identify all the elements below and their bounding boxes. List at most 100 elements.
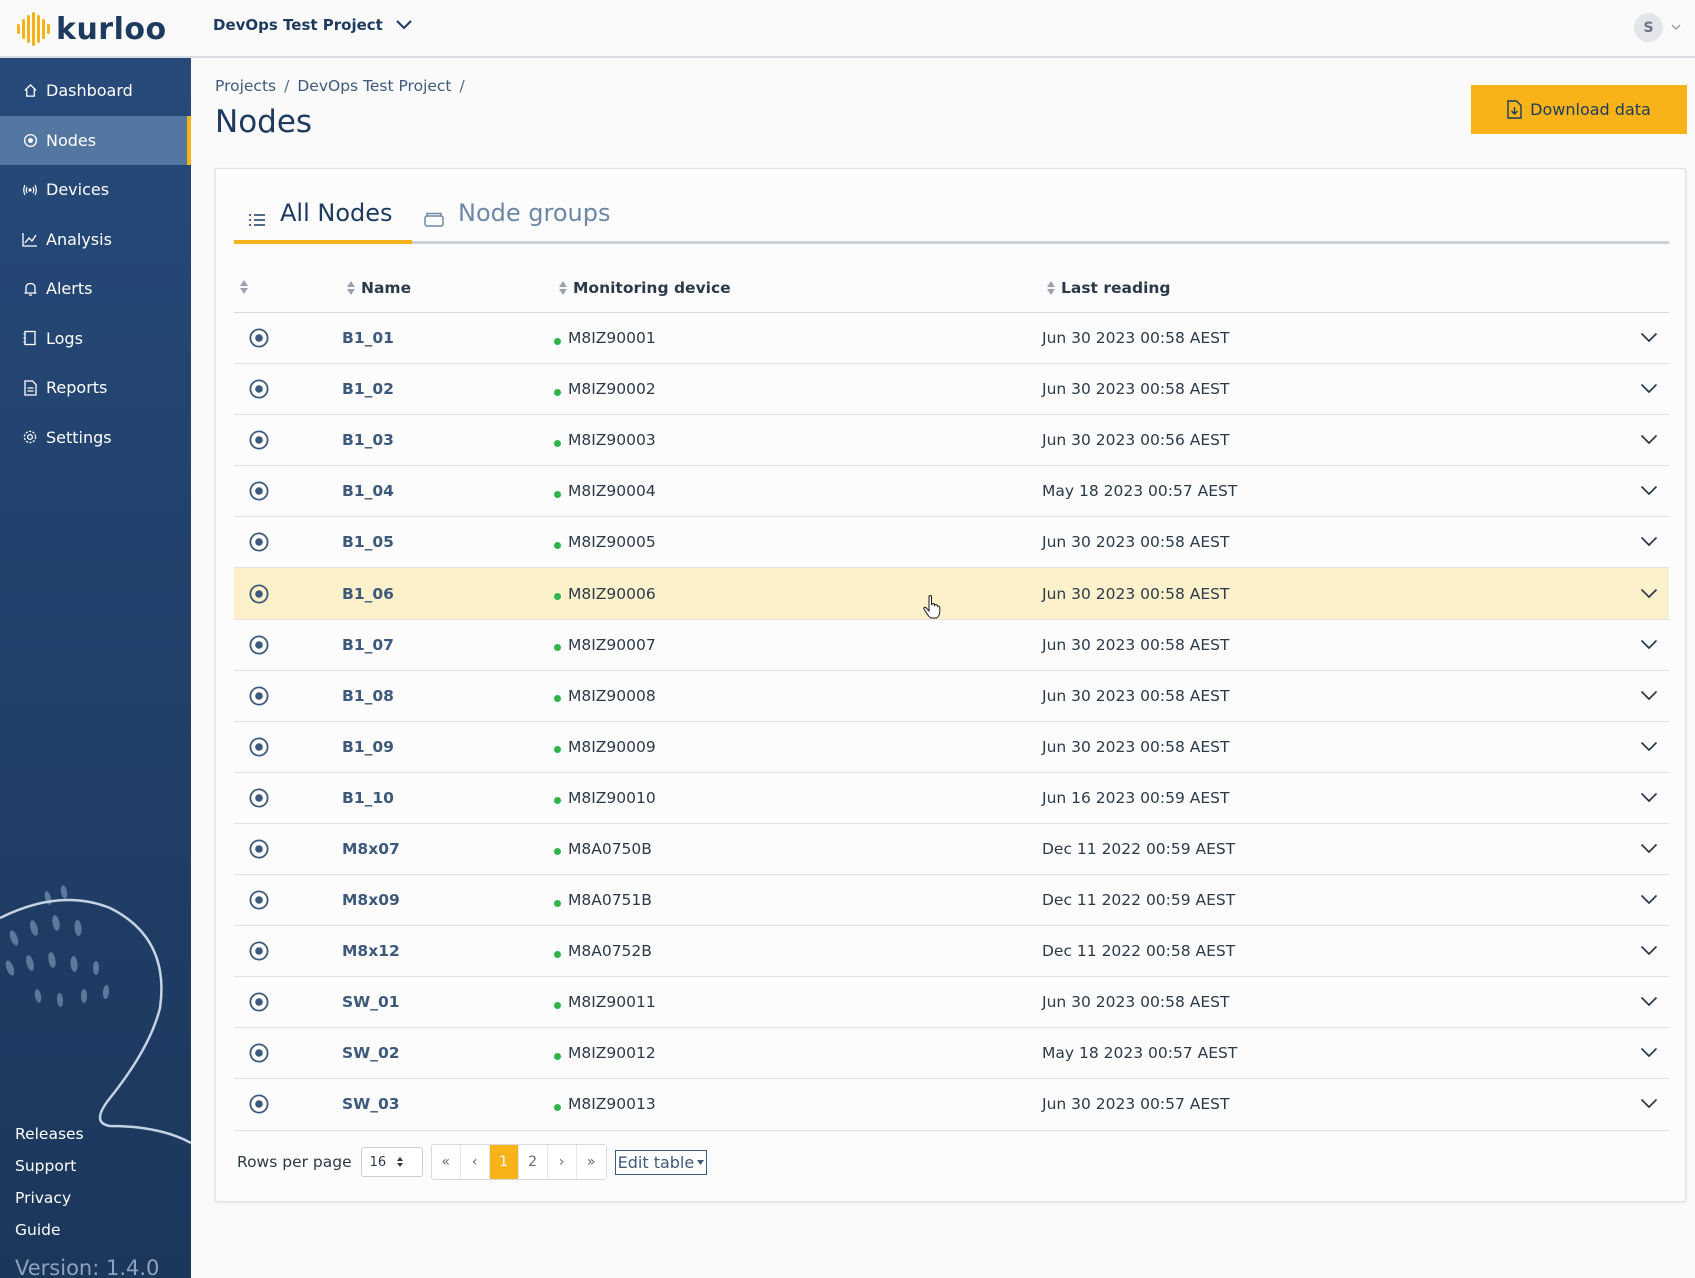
last-page-button[interactable]: » bbox=[576, 1145, 606, 1179]
prev-page-button[interactable]: ‹ bbox=[460, 1145, 490, 1179]
node-select-radio[interactable] bbox=[248, 787, 270, 809]
node-select-radio[interactable] bbox=[248, 991, 270, 1013]
node-select-radio[interactable] bbox=[248, 838, 270, 860]
expand-row-button[interactable] bbox=[1640, 636, 1658, 654]
expand-row-button[interactable] bbox=[1640, 942, 1658, 960]
node-name-link[interactable]: B1_07 bbox=[342, 636, 394, 654]
monitoring-device: M8IZ90010 bbox=[554, 789, 656, 807]
expand-row-button[interactable] bbox=[1640, 993, 1658, 1011]
node-select-radio[interactable] bbox=[248, 889, 270, 911]
support-link[interactable]: Support bbox=[15, 1150, 84, 1182]
node-name-link[interactable]: B1_10 bbox=[342, 789, 394, 807]
avatar[interactable]: S bbox=[1634, 13, 1663, 42]
table-row[interactable]: B1_04 M8IZ90004 May 18 2023 00:57 AEST bbox=[234, 466, 1669, 518]
expand-row-button[interactable] bbox=[1640, 687, 1658, 705]
node-select-radio[interactable] bbox=[248, 685, 270, 707]
expand-row-button[interactable] bbox=[1640, 738, 1658, 756]
expand-row-button[interactable] bbox=[1640, 329, 1658, 347]
user-menu[interactable]: S bbox=[1634, 13, 1681, 42]
first-page-button[interactable]: « bbox=[431, 1145, 461, 1179]
node-select-radio[interactable] bbox=[248, 531, 270, 553]
node-name-link[interactable]: B1_02 bbox=[342, 380, 394, 398]
guide-link[interactable]: Guide bbox=[15, 1214, 84, 1246]
table-row[interactable]: B1_02 M8IZ90002 Jun 30 2023 00:58 AEST bbox=[234, 364, 1669, 416]
sidebar-item-analysis[interactable]: Analysis bbox=[0, 215, 191, 265]
node-name-link[interactable]: B1_09 bbox=[342, 738, 394, 756]
status-dot-icon bbox=[554, 1052, 561, 1060]
sidebar-item-alerts[interactable]: Alerts bbox=[0, 264, 191, 314]
kurloo-logo[interactable]: kurloo bbox=[16, 10, 167, 48]
column-header-monitoring-device[interactable]: Monitoring device bbox=[558, 279, 731, 297]
node-select-radio[interactable] bbox=[248, 583, 270, 605]
sidebar-item-devices[interactable]: Devices bbox=[0, 165, 191, 215]
table-row[interactable]: SW_03 M8IZ90013 Jun 30 2023 00:57 AEST bbox=[234, 1079, 1669, 1131]
next-page-button[interactable]: › bbox=[547, 1145, 577, 1179]
column-header-last-reading[interactable]: Last reading bbox=[1046, 279, 1171, 297]
node-name-link[interactable]: B1_08 bbox=[342, 687, 394, 705]
table-row[interactable]: SW_02 M8IZ90012 May 18 2023 00:57 AEST bbox=[234, 1028, 1669, 1080]
tab-node-groups[interactable]: Node groups bbox=[424, 199, 610, 244]
node-name-link[interactable]: B1_06 bbox=[342, 585, 394, 603]
table-row[interactable]: B1_03 M8IZ90003 Jun 30 2023 00:56 AEST bbox=[234, 415, 1669, 467]
project-switcher[interactable]: DevOps Test Project bbox=[213, 16, 413, 34]
expand-row-button[interactable] bbox=[1640, 891, 1658, 909]
node-name-link[interactable]: M8x12 bbox=[342, 942, 400, 960]
breadcrumb-project[interactable]: DevOps Test Project bbox=[297, 77, 451, 95]
table-row[interactable]: B1_10 M8IZ90010 Jun 16 2023 00:59 AEST bbox=[234, 773, 1669, 824]
table-row[interactable]: B1_07 M8IZ90007 Jun 30 2023 00:58 AEST bbox=[234, 620, 1669, 671]
expand-row-button[interactable] bbox=[1640, 1044, 1658, 1062]
node-name-link[interactable]: B1_03 bbox=[342, 431, 394, 449]
node-name-link[interactable]: SW_02 bbox=[342, 1044, 400, 1062]
page-1-button[interactable]: 1 bbox=[489, 1145, 519, 1179]
table-row[interactable]: B1_08 M8IZ90008 Jun 30 2023 00:58 AEST bbox=[234, 671, 1669, 722]
table-row[interactable]: M8x12 M8A0752B Dec 11 2022 00:58 AEST bbox=[234, 926, 1669, 978]
select-column-sort[interactable] bbox=[239, 279, 254, 295]
node-select-radio[interactable] bbox=[248, 1042, 270, 1064]
rows-per-page-select[interactable]: 16 bbox=[360, 1147, 423, 1177]
edit-table-button[interactable]: Edit table bbox=[614, 1149, 708, 1175]
expand-row-button[interactable] bbox=[1640, 585, 1658, 603]
node-select-radio[interactable] bbox=[248, 378, 270, 400]
node-name-link[interactable]: SW_01 bbox=[342, 993, 400, 1011]
tab-all-nodes[interactable]: All Nodes bbox=[248, 199, 393, 244]
privacy-link[interactable]: Privacy bbox=[15, 1182, 84, 1214]
node-name-link[interactable]: B1_01 bbox=[342, 329, 394, 347]
node-name-link[interactable]: M8x09 bbox=[342, 891, 400, 909]
node-name-link[interactable]: M8x07 bbox=[342, 840, 400, 858]
sidebar-item-reports[interactable]: Reports bbox=[0, 363, 191, 413]
node-name-link[interactable]: B1_05 bbox=[342, 533, 394, 551]
sidebar-item-settings[interactable]: Settings bbox=[0, 413, 191, 463]
node-icon bbox=[249, 839, 269, 859]
download-data-button[interactable]: Download data bbox=[1471, 85, 1687, 134]
sidebar-item-logs[interactable]: Logs bbox=[0, 314, 191, 364]
node-select-radio[interactable] bbox=[248, 736, 270, 758]
table-row[interactable]: B1_01 M8IZ90001 Jun 30 2023 00:58 AEST bbox=[234, 313, 1669, 365]
column-header-name[interactable]: Name bbox=[346, 279, 411, 297]
expand-row-button[interactable] bbox=[1640, 482, 1658, 500]
node-select-radio[interactable] bbox=[248, 634, 270, 656]
breadcrumb-projects[interactable]: Projects bbox=[215, 77, 276, 95]
table-row[interactable]: M8x09 M8A0751B Dec 11 2022 00:59 AEST bbox=[234, 875, 1669, 927]
table-row[interactable]: SW_01 M8IZ90011 Jun 30 2023 00:58 AEST bbox=[234, 977, 1669, 1029]
expand-row-button[interactable] bbox=[1640, 840, 1658, 858]
sidebar-item-nodes[interactable]: Nodes bbox=[0, 115, 191, 165]
node-select-radio[interactable] bbox=[248, 480, 270, 502]
page-2-button[interactable]: 2 bbox=[518, 1145, 548, 1179]
expand-row-button[interactable] bbox=[1640, 789, 1658, 807]
table-row[interactable]: M8x07 M8A0750B Dec 11 2022 00:59 AEST bbox=[234, 824, 1669, 876]
table-row[interactable]: B1_06 M8IZ90006 Jun 30 2023 00:58 AEST bbox=[234, 568, 1669, 620]
node-select-radio[interactable] bbox=[248, 1093, 270, 1115]
node-select-radio[interactable] bbox=[248, 429, 270, 451]
node-name-link[interactable]: B1_04 bbox=[342, 482, 394, 500]
releases-link[interactable]: Releases bbox=[15, 1118, 84, 1150]
node-name-link[interactable]: SW_03 bbox=[342, 1095, 400, 1113]
expand-row-button[interactable] bbox=[1640, 533, 1658, 551]
table-row[interactable]: B1_05 M8IZ90005 Jun 30 2023 00:58 AEST bbox=[234, 517, 1669, 569]
expand-row-button[interactable] bbox=[1640, 380, 1658, 398]
table-row[interactable]: B1_09 M8IZ90009 Jun 30 2023 00:58 AEST bbox=[234, 722, 1669, 773]
expand-row-button[interactable] bbox=[1640, 431, 1658, 449]
expand-row-button[interactable] bbox=[1640, 1095, 1658, 1113]
sidebar-item-dashboard[interactable]: Dashboard bbox=[0, 66, 191, 116]
node-select-radio[interactable] bbox=[248, 940, 270, 962]
node-select-radio[interactable] bbox=[248, 327, 270, 349]
